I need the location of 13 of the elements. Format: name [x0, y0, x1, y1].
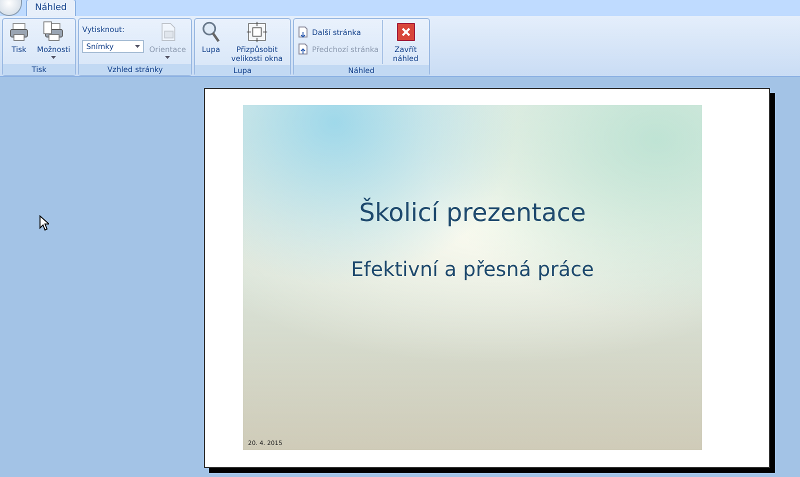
slide-subtitle: Efektivní a přesná práce	[351, 257, 594, 281]
close-icon	[394, 21, 417, 43]
magnifier-icon	[200, 21, 222, 43]
slide-title: Školicí prezentace	[359, 198, 586, 227]
page-arrow-icon	[297, 26, 309, 38]
printer-icon	[8, 21, 30, 43]
office-button[interactable]	[0, 0, 22, 16]
printer-icon	[42, 21, 65, 43]
fit-window-icon	[246, 21, 268, 43]
page-arrow-icon	[297, 43, 309, 55]
ribbon-tab[interactable]: Náhled	[26, 0, 76, 16]
mouse-pointer-icon	[39, 215, 49, 231]
caret-icon	[135, 45, 140, 48]
